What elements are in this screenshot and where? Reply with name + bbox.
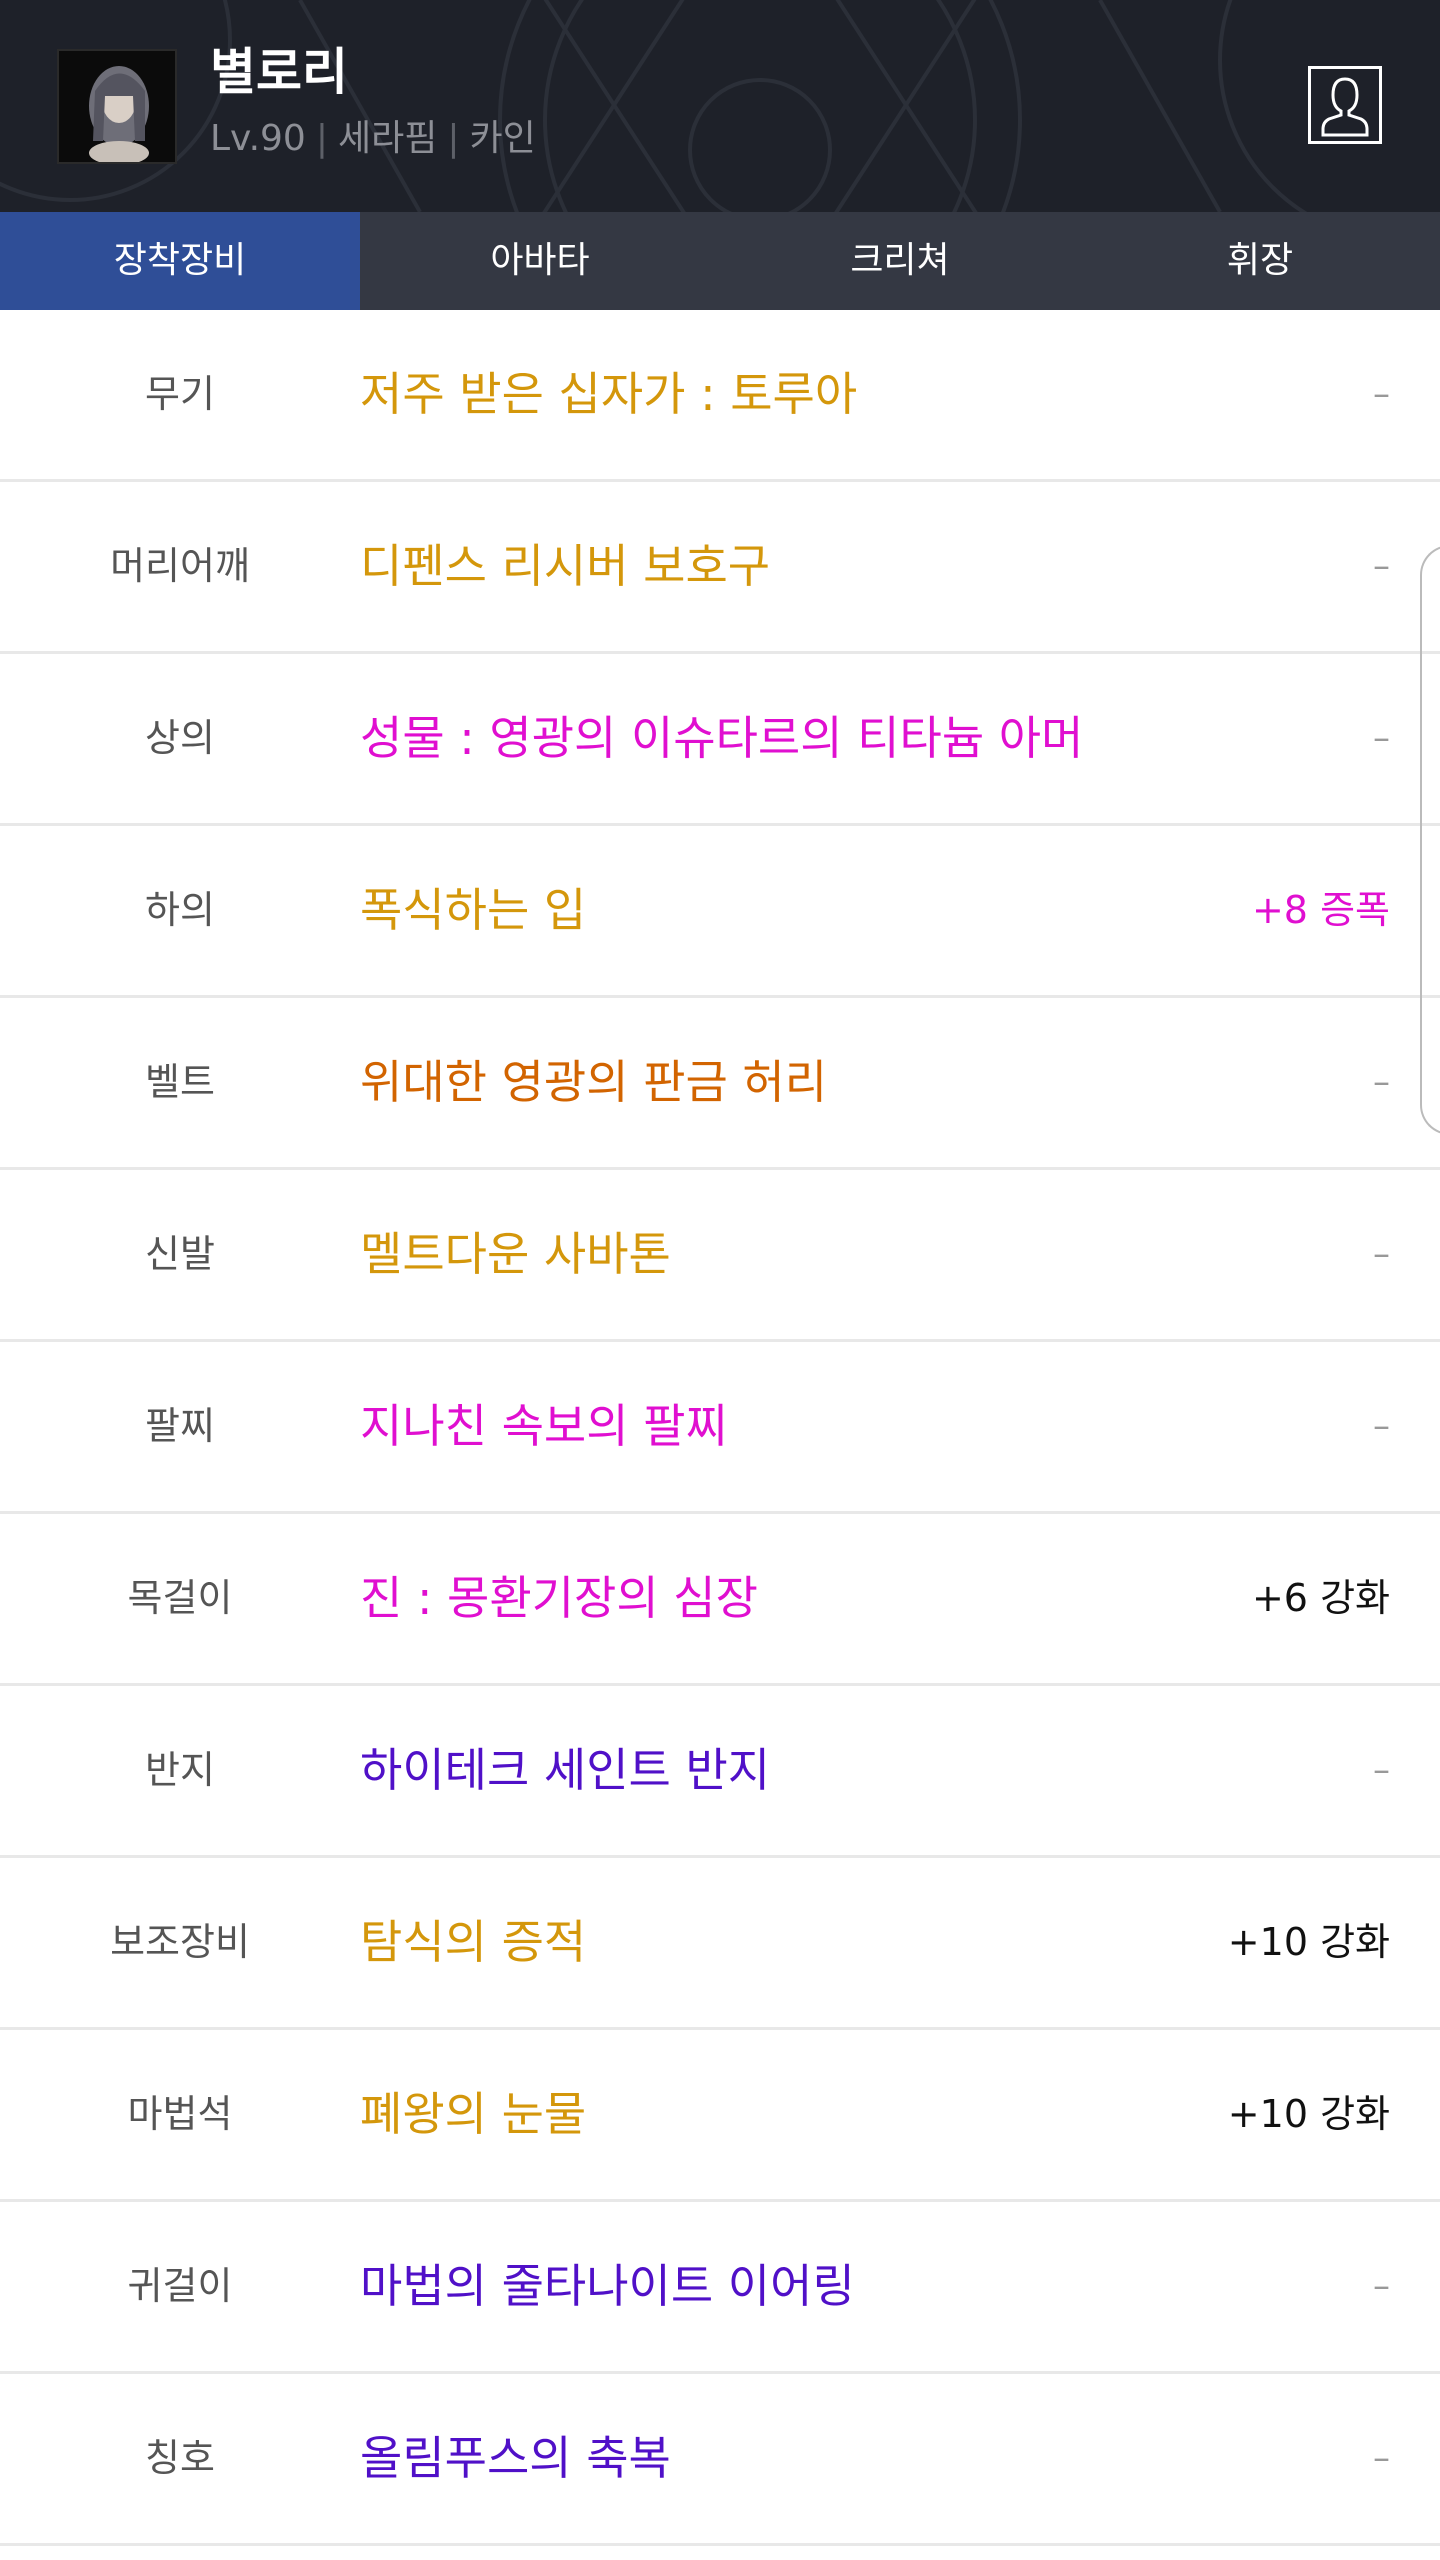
info-separator: | bbox=[315, 118, 328, 159]
equipment-item-name[interactable]: 위대한 영광의 판금 허리 bbox=[360, 998, 827, 1167]
tab-avatar[interactable]: 아바타 bbox=[360, 212, 720, 310]
equipment-enhancement: +6 강화 bbox=[1251, 1576, 1390, 1620]
equipment-slot-label: 하의 bbox=[145, 888, 215, 932]
equipment-enhancement: – bbox=[1373, 1234, 1390, 1274]
equipment-slot-label: 목걸이 bbox=[127, 1576, 233, 1620]
equipment-row[interactable]: 무기 저주 받은 십자가 : 토루아 – bbox=[0, 310, 1440, 482]
character-server: 카인 bbox=[469, 118, 536, 159]
equipment-item-name[interactable]: 저주 받은 십자가 : 토루아 bbox=[360, 310, 857, 479]
equipment-slot-label: 팔찌 bbox=[145, 1404, 215, 1448]
equipment-row[interactable]: 목걸이 진 : 몽환기장의 심장 +6 강화 bbox=[0, 1514, 1440, 1686]
character-header: 별로리 Lv.90 | 세라핌 | 카인 bbox=[0, 0, 1440, 212]
equipment-enhancement: +10 강화 bbox=[1227, 2092, 1390, 2136]
equipment-item-name[interactable]: 폭식하는 입 bbox=[360, 826, 586, 995]
equipment-slot-label: 상의 bbox=[145, 716, 215, 760]
equipment-tabs: 장착장비 아바타 크리쳐 휘장 bbox=[0, 212, 1440, 310]
equipment-enhancement: – bbox=[1373, 546, 1390, 586]
equipment-list: 무기 저주 받은 십자가 : 토루아 – 머리어깨 디펜스 리시버 보호구 – 상의 성물 :… bbox=[0, 310, 1440, 2546]
equipment-row[interactable]: 벨트 위대한 영광의 판금 허리 – bbox=[0, 998, 1440, 1170]
equipment-enhancement: – bbox=[1373, 1062, 1390, 1102]
character-job: 세라핌 bbox=[337, 118, 438, 159]
equipment-row[interactable]: 상의 성물 : 영광의 이슈타르의 티타늄 아머 – bbox=[0, 654, 1440, 826]
equipment-item-name[interactable]: 진 : 몽환기장의 심장 bbox=[360, 1514, 758, 1683]
equipment-item-name[interactable]: 성물 : 영광의 이슈타르의 티타늄 아머 bbox=[360, 654, 1083, 823]
emblem-background bbox=[0, 0, 1308, 212]
equipment-slot-label: 벨트 bbox=[145, 1060, 215, 1104]
equipment-slot-label: 무기 bbox=[145, 372, 215, 416]
equipment-enhancement: – bbox=[1373, 718, 1390, 758]
profile-button[interactable] bbox=[1308, 66, 1382, 144]
equipment-row[interactable]: 칭호 올림푸스의 축복 – bbox=[0, 2374, 1440, 2546]
equipment-row[interactable]: 귀걸이 마법의 줄타나이트 이어링 – bbox=[0, 2202, 1440, 2374]
equipment-enhancement: – bbox=[1373, 2438, 1390, 2478]
equipment-enhancement: – bbox=[1373, 1406, 1390, 1446]
tab-creature[interactable]: 크리쳐 bbox=[720, 212, 1080, 310]
equipment-row[interactable]: 팔찌 지나친 속보의 팔찌 – bbox=[0, 1342, 1440, 1514]
equipment-item-name[interactable]: 디펜스 리시버 보호구 bbox=[360, 482, 770, 651]
equipment-slot-label: 신발 bbox=[145, 1232, 215, 1276]
equipment-row[interactable]: 머리어깨 디펜스 리시버 보호구 – bbox=[0, 482, 1440, 654]
equipment-slot-label: 마법석 bbox=[127, 2092, 233, 2136]
equipment-enhancement: – bbox=[1373, 1750, 1390, 1790]
equipment-item-name[interactable]: 멜트다운 사바톤 bbox=[360, 1170, 671, 1339]
equipment-slot-label: 귀걸이 bbox=[127, 2264, 233, 2308]
character-level: Lv.90 bbox=[210, 118, 306, 159]
equipment-item-name[interactable]: 마법의 줄타나이트 이어링 bbox=[360, 2202, 855, 2371]
person-icon bbox=[1321, 77, 1369, 137]
equipment-item-name[interactable]: 올림푸스의 축복 bbox=[360, 2374, 671, 2543]
scroll-indicator[interactable] bbox=[1420, 545, 1440, 1135]
equipment-item-name[interactable]: 지나친 속보의 팔찌 bbox=[360, 1342, 728, 1511]
info-separator: | bbox=[447, 118, 460, 159]
character-avatar bbox=[57, 49, 177, 164]
equipment-row[interactable]: 반지 하이테크 세인트 반지 – bbox=[0, 1686, 1440, 1858]
tab-insignia[interactable]: 휘장 bbox=[1080, 212, 1440, 310]
character-name: 별로리 bbox=[210, 43, 348, 101]
character-info: Lv.90 | 세라핌 | 카인 bbox=[210, 114, 536, 164]
equipment-enhancement: +10 강화 bbox=[1227, 1920, 1390, 1964]
equipment-item-name[interactable]: 폐왕의 눈물 bbox=[360, 2030, 586, 2199]
equipment-item-name[interactable]: 탐식의 증적 bbox=[360, 1858, 586, 2027]
equipment-row[interactable]: 마법석 폐왕의 눈물 +10 강화 bbox=[0, 2030, 1440, 2202]
tab-equipment[interactable]: 장착장비 bbox=[0, 212, 360, 310]
equipment-slot-label: 머리어깨 bbox=[110, 544, 250, 588]
equipment-row[interactable]: 보조장비 탐식의 증적 +10 강화 bbox=[0, 1858, 1440, 2030]
equipment-slot-label: 보조장비 bbox=[110, 1920, 250, 1964]
equipment-enhancement: +8 증폭 bbox=[1251, 888, 1390, 932]
equipment-enhancement: – bbox=[1373, 374, 1390, 414]
equipment-item-name[interactable]: 하이테크 세인트 반지 bbox=[360, 1686, 770, 1855]
equipment-slot-label: 칭호 bbox=[145, 2436, 215, 2480]
character-portrait bbox=[59, 51, 175, 162]
equipment-slot-label: 반지 bbox=[145, 1748, 215, 1792]
equipment-row[interactable]: 하의 폭식하는 입 +8 증폭 bbox=[0, 826, 1440, 998]
equipment-enhancement: – bbox=[1373, 2266, 1390, 2306]
equipment-row[interactable]: 신발 멜트다운 사바톤 – bbox=[0, 1170, 1440, 1342]
